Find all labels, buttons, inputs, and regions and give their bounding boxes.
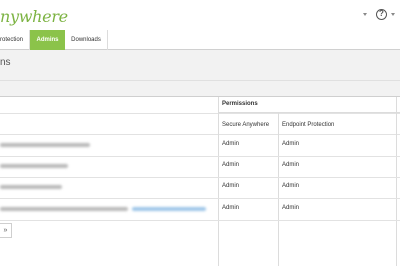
redacted-admin-email [0,143,90,147]
row-divider [0,134,400,135]
page-title: ns [0,57,11,68]
secure-anywhere-permission: Admin [222,205,240,211]
resend-confirmation-link[interactable] [132,207,206,211]
group-divider [218,112,400,113]
main-tabs: rotection Admins Downloads [0,30,400,50]
title-divider [0,80,400,81]
logo: nywhere [0,7,68,26]
help-icon[interactable]: ? [376,9,387,20]
endpoint-protection-permission: Admin [282,141,300,147]
pagination-next-button[interactable]: » [0,223,12,238]
secure-anywhere-permission: Admin [222,162,240,168]
column-divider [396,97,397,266]
row-divider [0,156,400,157]
help-dropdown-icon[interactable] [391,13,395,16]
row-divider [0,177,400,178]
tab-endpoint-protection[interactable]: rotection [0,30,30,50]
column-header-secure-anywhere: Secure Anywhere [222,122,270,128]
row-divider [0,220,400,221]
secure-anywhere-permission: Admin [222,183,240,189]
account-dropdown-icon[interactable] [363,13,367,16]
endpoint-protection-permission: Admin [282,183,300,189]
secure-anywhere-permission: Admin [222,141,240,147]
tab-downloads[interactable]: Downloads [65,30,108,50]
column-divider [278,113,279,266]
header-divider [0,113,400,114]
column-header-endpoint-protection: Endpoint Protection [282,122,335,128]
admins-table: Permissions Secure Anywhere Endpoint Pro… [0,96,400,266]
redacted-admin-email [0,164,68,168]
endpoint-protection-permission: Admin [282,162,300,168]
column-divider [218,97,219,266]
tab-admins[interactable]: Admins [30,30,65,50]
redacted-admin-email [0,207,128,211]
row-divider [0,198,400,199]
endpoint-protection-permission: Admin [282,205,300,211]
app-header: nywhere ? [0,0,400,30]
redacted-admin-email [0,185,62,189]
permissions-header: Permissions [222,101,258,107]
